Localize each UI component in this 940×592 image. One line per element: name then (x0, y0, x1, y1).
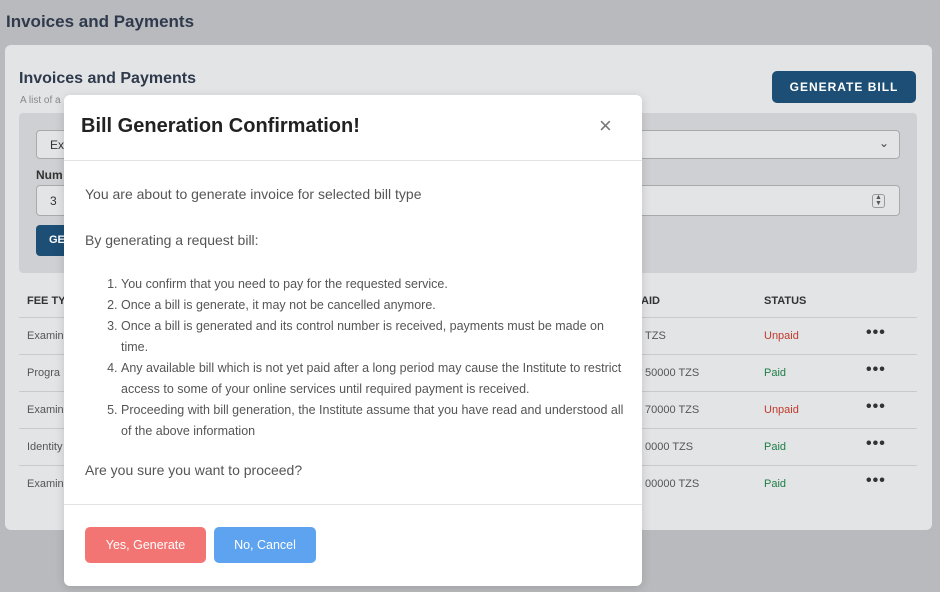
term-item: Proceeding with bill generation, the Ins… (121, 400, 626, 442)
modal-question: Are you sure you want to proceed? (85, 462, 303, 478)
page-title: Invoices and Payments (6, 12, 195, 31)
confirmation-modal: Bill Generation Confirmation! × You are … (64, 95, 642, 586)
terms-list: You confirm that you need to pay for the… (121, 274, 626, 442)
term-item: Once a bill is generated and its control… (121, 316, 626, 358)
header-amount-paid: AID (641, 295, 660, 307)
fee-type-cell: Examin (27, 330, 64, 342)
more-options-icon[interactable]: ••• (866, 361, 886, 379)
more-options-icon[interactable]: ••• (866, 435, 886, 453)
amount-cell: 00000 TZS (645, 478, 700, 490)
amount-cell: 70000 TZS (645, 404, 700, 416)
term-item: Any available bill which is not yet paid… (121, 358, 626, 400)
modal-title: Bill Generation Confirmation! (81, 115, 360, 137)
amount-cell: 50000 TZS (645, 367, 700, 379)
modal-header: Bill Generation Confirmation! × (64, 95, 642, 161)
amount-cell: 0000 TZS (645, 441, 694, 453)
term-item: Once a bill is generate, it may not be c… (121, 295, 626, 316)
modal-intro: You are about to generate invoice for se… (85, 186, 422, 202)
number-input-value: 3 (50, 194, 57, 208)
status-badge: Paid (764, 367, 787, 379)
status-badge: Unpaid (764, 404, 799, 416)
fee-type-cell: Examin (27, 478, 64, 490)
card-subtitle: A list of a (20, 95, 61, 106)
number-label: Num (36, 168, 63, 182)
more-options-icon[interactable]: ••• (866, 398, 886, 416)
amount-cell: TZS (645, 330, 666, 342)
yes-generate-button[interactable]: Yes, Generate (85, 527, 206, 563)
more-options-icon[interactable]: ••• (866, 472, 886, 490)
more-options-icon[interactable]: ••• (866, 324, 886, 342)
fee-type-cell: Identity (27, 441, 63, 453)
close-icon[interactable]: × (599, 115, 612, 137)
fee-type-cell: Examin (27, 404, 64, 416)
chevron-down-icon: ⌄ (878, 136, 889, 150)
modal-footer (64, 504, 642, 505)
status-badge: Unpaid (764, 330, 799, 342)
term-item: You confirm that you need to pay for the… (121, 274, 626, 295)
fee-type-cell: Progra (27, 367, 61, 379)
card-title: Invoices and Payments (19, 70, 196, 87)
spinner-icon[interactable]: ▲ ▼ (872, 194, 885, 208)
no-cancel-button[interactable]: No, Cancel (214, 527, 316, 563)
header-status: STATUS (764, 295, 807, 307)
modal-lead: By generating a request bill: (85, 232, 259, 248)
status-badge: Paid (764, 478, 787, 490)
header-fee-type: FEE TY (27, 295, 66, 307)
bill-type-select-value: Ex (50, 138, 65, 152)
generate-bill-button[interactable]: GENERATE BILL (772, 71, 916, 103)
status-badge: Paid (764, 441, 787, 453)
